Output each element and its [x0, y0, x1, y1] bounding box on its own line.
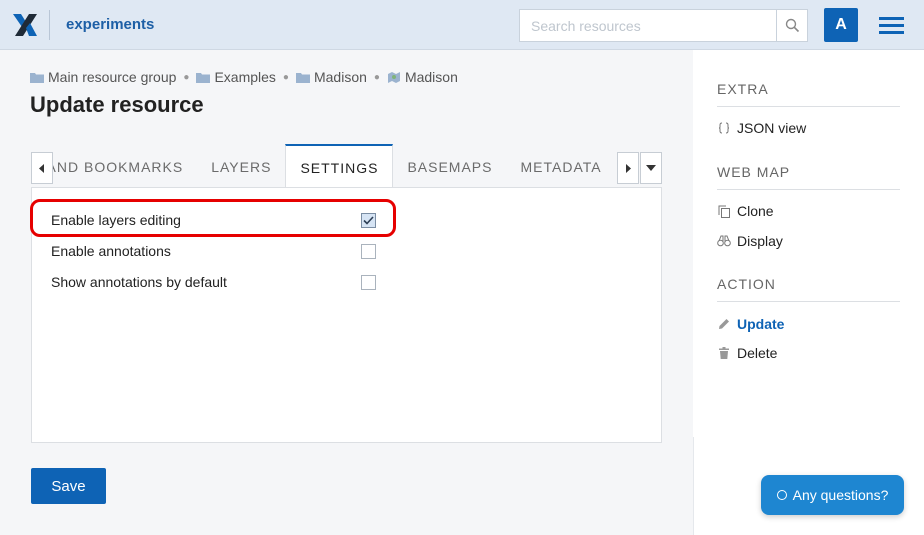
chat-icon [776, 490, 787, 500]
tabs-scroll-left-button[interactable] [31, 152, 53, 184]
breadcrumb-separator: ● [373, 71, 380, 83]
user-avatar[interactable]: A [824, 8, 858, 42]
search-button[interactable] [776, 9, 808, 42]
page-title: Update resource [30, 92, 204, 117]
breadcrumb-label: Madison [313, 69, 367, 85]
help-chat-button[interactable]: Any questions? [761, 475, 904, 515]
trash-icon [717, 346, 731, 360]
breadcrumb-separator: ● [183, 71, 190, 83]
tabs-dropdown-button[interactable] [640, 152, 662, 184]
breadcrumb-item[interactable]: Madison [295, 69, 367, 85]
show-annotations-default-checkbox[interactable] [361, 274, 376, 290]
webmap-icon [387, 71, 400, 83]
braces-icon [717, 121, 731, 135]
sidebar-item-delete[interactable]: Delete [717, 345, 777, 361]
breadcrumb-item: Madison [387, 69, 458, 85]
setting-label: Show annotations by default [51, 274, 227, 290]
tab-basemaps[interactable]: BASEMAPS [393, 144, 506, 188]
sidebar-section-web-map: WEB MAP [717, 164, 900, 190]
sidebar-item-label: Display [737, 233, 783, 249]
save-button[interactable]: Save [31, 468, 106, 504]
breadcrumb-label: Main resource group [48, 69, 177, 85]
breadcrumb-item[interactable]: Examples [196, 69, 276, 85]
setting-label: Enable layers editing [51, 212, 181, 228]
breadcrumb-label: Examples [214, 69, 276, 85]
sidebar-section-action: ACTION [717, 276, 900, 302]
tabs-viewport: NT AND BOOKMARKS LAYERS SETTINGS BASEMAP… [53, 144, 617, 188]
copy-icon [717, 204, 731, 218]
tab-bar: NT AND BOOKMARKS LAYERS SETTINGS BASEMAP… [31, 144, 662, 188]
folder-icon [196, 73, 211, 83]
breadcrumb: Main resource group ● Examples ● Madison… [30, 69, 458, 85]
sidebar-item-label: Clone [737, 203, 774, 219]
tabs-scroll-right-button[interactable] [617, 152, 639, 184]
hamburger-menu-icon[interactable] [876, 14, 906, 36]
enable-annotations-checkbox[interactable] [361, 243, 376, 259]
folder-icon [30, 73, 44, 83]
check-icon [363, 215, 374, 225]
sidebar-item-clone[interactable]: Clone [717, 203, 774, 219]
sidebar-divider [693, 437, 694, 535]
top-header: experiments A [0, 0, 924, 50]
app-name[interactable]: experiments [66, 16, 154, 33]
caret-right-icon [626, 163, 631, 173]
logo-divider [49, 10, 50, 40]
search-input[interactable] [519, 9, 777, 42]
settings-panel: Enable layers editing Enable annotations… [31, 187, 662, 443]
caret-left-icon [39, 163, 44, 173]
setting-label: Enable annotations [51, 243, 171, 259]
tab-metadata[interactable]: METADATA [506, 144, 615, 188]
folder-icon [295, 73, 310, 83]
sidebar-item-label: JSON view [737, 120, 807, 136]
chevron-down-icon [646, 165, 656, 171]
setting-enable-annotations: Enable annotations [51, 238, 376, 264]
binoculars-icon [717, 234, 731, 248]
tab-settings[interactable]: SETTINGS [285, 144, 394, 188]
pencil-icon [717, 317, 731, 331]
breadcrumb-label: Madison [404, 69, 458, 85]
search-icon [785, 18, 799, 33]
setting-enable-layers-editing: Enable layers editing [51, 207, 376, 233]
enable-layers-editing-checkbox[interactable] [361, 212, 376, 228]
sidebar-item-display[interactable]: Display [717, 233, 783, 249]
sidebar-item-label: Delete [737, 345, 778, 361]
breadcrumb-item[interactable]: Main resource group [30, 69, 176, 85]
setting-show-annotations-default: Show annotations by default [51, 269, 376, 295]
sidebar-section-extra: EXTRA [717, 81, 900, 107]
sidebar-item-update[interactable]: Update [717, 316, 784, 332]
sidebar-item-json-view[interactable]: JSON view [717, 120, 806, 136]
sidebar-item-label: Update [737, 316, 785, 332]
tabs-track: NT AND BOOKMARKS LAYERS SETTINGS BASEMAP… [53, 144, 616, 188]
sidebar: EXTRA JSON view WEB MAP Clone Display AC… [693, 50, 924, 535]
nextgis-logo-icon[interactable] [12, 12, 38, 38]
tab-map-content-and-bookmarks[interactable]: NT AND BOOKMARKS [53, 144, 197, 188]
help-chat-label: Any questions? [792, 487, 889, 503]
breadcrumb-separator: ● [282, 71, 289, 83]
tab-layers[interactable]: LAYERS [197, 144, 285, 188]
